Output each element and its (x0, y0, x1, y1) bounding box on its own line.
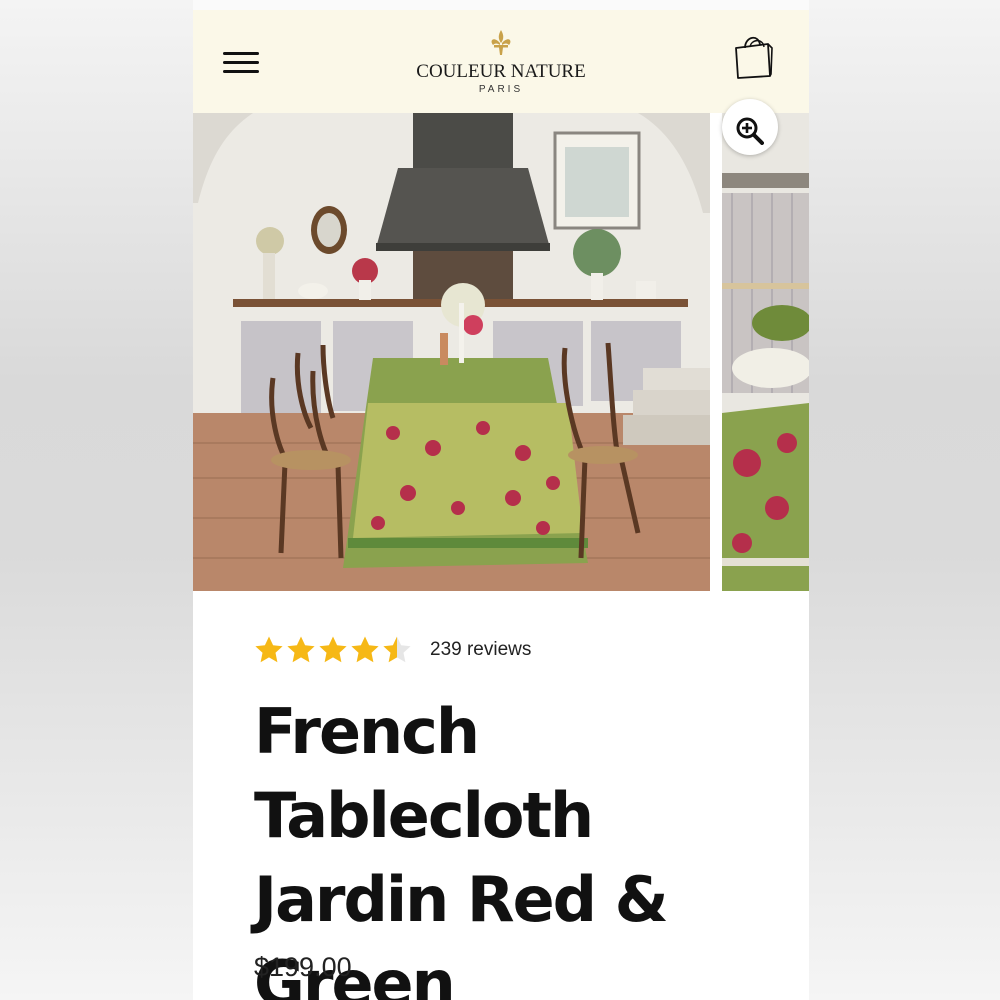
status-gap (193, 0, 809, 10)
hamburger-menu-icon[interactable] (223, 50, 259, 76)
page-backdrop-right (809, 0, 1000, 1000)
star-icon (319, 636, 347, 663)
fleur-de-lis-icon (491, 30, 511, 55)
reviews-link[interactable]: 239 reviews (430, 639, 531, 661)
star-icon (287, 636, 315, 663)
brand-logo[interactable]: COULEUR NATURE PARIS (401, 28, 601, 95)
star-icon (383, 636, 411, 663)
product-rating[interactable]: 239 reviews (254, 634, 531, 666)
brand-subtitle: PARIS (478, 84, 524, 95)
product-image-gallery[interactable] (193, 99, 809, 591)
zoom-in-button[interactable] (722, 99, 778, 155)
site-header: COULEUR NATURE PARIS (193, 10, 809, 113)
page-backdrop-left (0, 0, 193, 1000)
product-image-main[interactable] (193, 113, 710, 591)
brand-name: COULEUR NATURE (416, 61, 586, 82)
shopping-bag-icon[interactable] (733, 32, 773, 80)
zoom-in-icon (736, 117, 764, 145)
star-icon (351, 636, 379, 663)
product-price: $199.00 (254, 952, 352, 982)
mobile-product-page: COULEUR NATURE PARIS 239 reviews French … (193, 0, 809, 1000)
rating-stars (254, 635, 412, 665)
star-icon (255, 636, 283, 663)
product-image-next[interactable] (722, 113, 809, 591)
